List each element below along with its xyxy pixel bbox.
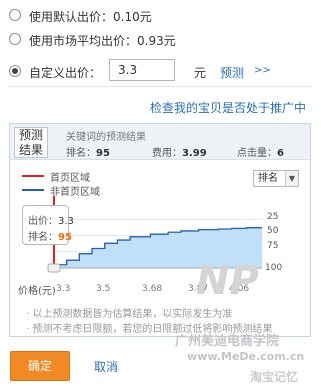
y-tick-label: 50 — [267, 226, 279, 236]
tooltip-price: 出价：3.3 — [28, 212, 74, 227]
watermark-site: www.MeDe.com.cn — [187, 350, 305, 363]
x-tick-label: 3.5 — [96, 284, 111, 294]
tooltip-rank-label: 排名： — [28, 232, 58, 243]
tooltip-price-value: 3.3 — [58, 216, 74, 227]
x-tick-label: 3.68 — [142, 284, 163, 294]
price-tooltip: 出价：3.3 排名：95 — [22, 205, 74, 245]
x-axis-label: 价格(元) — [18, 286, 56, 297]
x-tick-label: 3.3 — [56, 284, 71, 294]
tooltip-price-label: 出价： — [28, 216, 58, 227]
watermark-school: 广州美迪电商学院 — [175, 334, 280, 349]
confirm-button[interactable]: 确定 — [10, 351, 70, 381]
watermark-tag: 淘宝记忆 — [250, 370, 299, 384]
tooltip-rank: 排名：95 — [28, 228, 72, 243]
price-slider-handle[interactable] — [47, 263, 61, 273]
forecast-note: · 以上预测数据皆为估算结果，以实际发生为准 — [26, 309, 233, 320]
y-tick-label: 25 — [267, 212, 279, 222]
watermark-logo: NP — [196, 258, 259, 304]
y-tick-label: 75 — [267, 241, 279, 251]
y-tick-label: 100 — [265, 263, 283, 273]
cancel-button[interactable]: 取消 — [94, 358, 118, 375]
tooltip-rank-value: 95 — [58, 232, 72, 243]
